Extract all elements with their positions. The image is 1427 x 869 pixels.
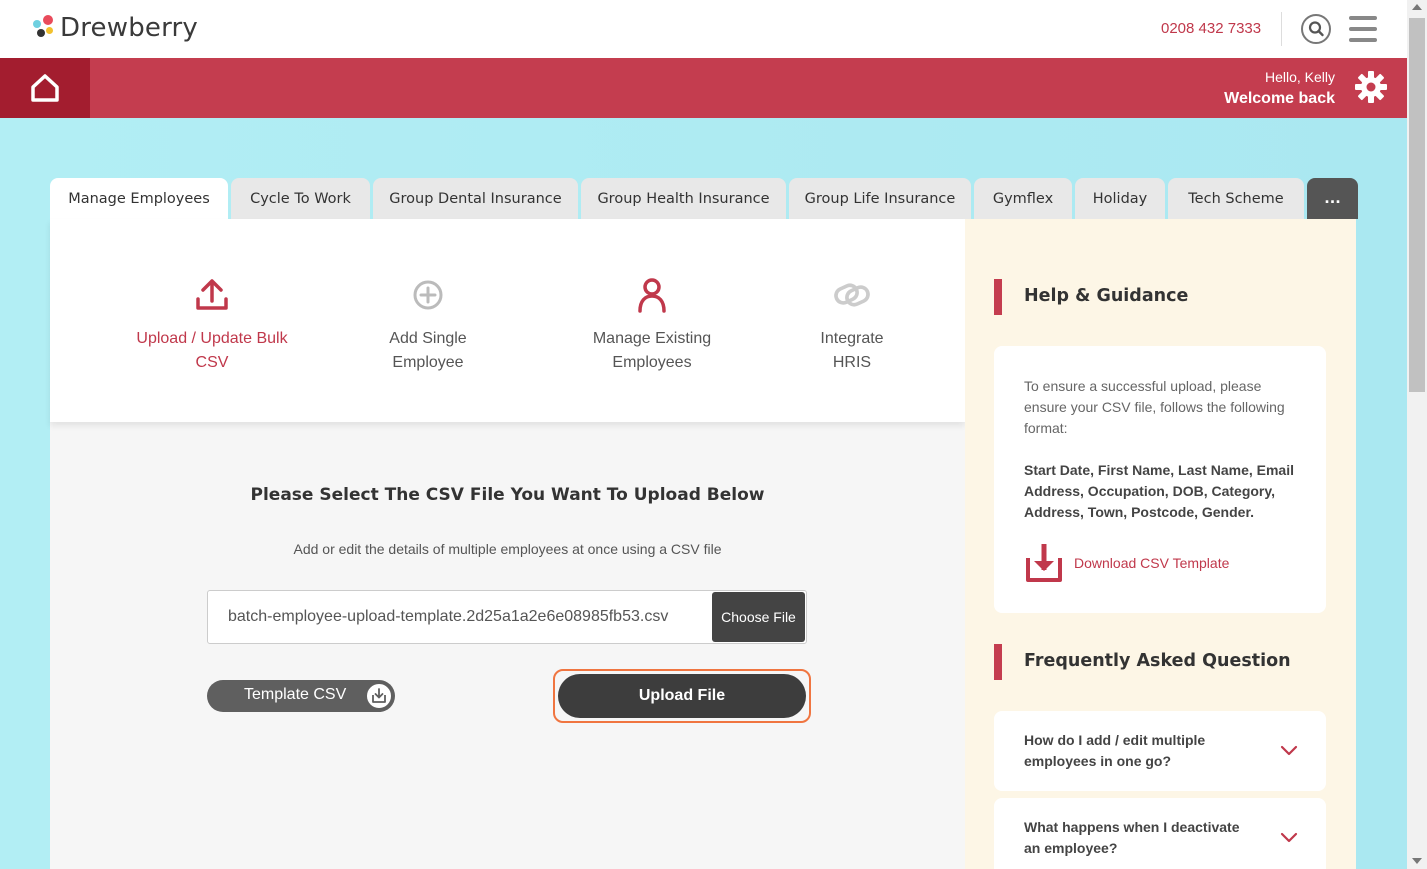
employee-options: Upload / Update Bulk CSV Add Single Empl… — [50, 219, 965, 422]
option-label-line2: HRIS — [832, 354, 872, 371]
top-bar: Drewberry 0208 432 7333 — [0, 0, 1407, 58]
option-label-line2: Employee — [392, 354, 464, 371]
benefit-tabs: Manage Employees Cycle To Work Group Den… — [50, 178, 1361, 219]
tab-more[interactable]: ... — [1307, 178, 1358, 219]
upload-title: Please Select The CSV File You Want To U… — [250, 485, 765, 505]
heading-accent-bar — [994, 279, 1002, 315]
tab-group-dental-insurance[interactable]: Group Dental Insurance — [373, 178, 578, 219]
option-add-single-employee[interactable]: Add Single Employee — [358, 277, 498, 375]
selected-file-name: batch-employee-upload-template.2d25a1a2e… — [228, 608, 669, 625]
template-csv-label: Template CSV — [244, 686, 347, 703]
tab-manage-employees[interactable]: Manage Employees — [50, 178, 228, 219]
upload-file-button[interactable]: Upload File — [558, 674, 806, 718]
scrollbar-thumb[interactable] — [1409, 18, 1425, 392]
greeting: Hello, Kelly Welcome back — [1224, 69, 1335, 108]
phone-number-link[interactable]: 0208 432 7333 — [1161, 20, 1261, 37]
search-icon — [1308, 21, 1324, 37]
welcome-banner: Hello, Kelly Welcome back — [0, 58, 1407, 118]
main-panel: Upload / Update Bulk CSV Add Single Empl… — [50, 219, 965, 869]
tab-holiday[interactable]: Holiday — [1075, 178, 1165, 219]
faq-question: How do I add / edit multiple employees i… — [1024, 732, 1206, 769]
logo-dots-icon — [32, 14, 58, 42]
faq-item[interactable]: How do I add / edit multiple employees i… — [994, 711, 1326, 791]
template-csv-button[interactable]: Template CSV — [207, 680, 395, 712]
page-scrollbar[interactable] — [1407, 0, 1427, 869]
faq-question: What happens when I deactivate an employ… — [1024, 819, 1240, 856]
greeting-welcome: Welcome back — [1224, 90, 1335, 107]
scroll-up-arrow-icon[interactable] — [1412, 4, 1422, 10]
download-icon — [365, 682, 393, 710]
greeting-hello: Hello, Kelly — [1264, 69, 1335, 85]
help-title: Help & Guidance — [1024, 286, 1189, 306]
choose-file-button[interactable]: Choose File — [712, 592, 805, 642]
scroll-down-arrow-icon[interactable] — [1412, 858, 1422, 864]
csv-format: Start Date, First Name, Last Name, Email… — [1024, 462, 1294, 520]
option-label-line1: Upload / Update Bulk — [136, 330, 288, 347]
tab-cycle-to-work[interactable]: Cycle To Work — [231, 178, 370, 219]
search-button[interactable] — [1301, 14, 1331, 44]
header-divider — [1281, 12, 1282, 46]
option-integrate-hris[interactable]: Integrate HRIS — [792, 277, 912, 375]
upload-subtitle: Add or edit the details of multiple empl… — [293, 541, 722, 557]
option-label-line1: Manage Existing — [592, 330, 712, 347]
option-label-line2: Employees — [612, 354, 692, 371]
help-side-panel: Help & Guidance To ensure a successful u… — [965, 219, 1356, 869]
tab-tech-scheme[interactable]: Tech Scheme — [1168, 178, 1304, 219]
person-icon — [638, 278, 666, 313]
settings-gear-icon[interactable] — [1354, 70, 1388, 104]
heading-accent-bar — [994, 644, 1002, 680]
download-csv-template-link[interactable]: Download CSV Template — [1074, 555, 1229, 571]
help-intro: To ensure a successful upload, please en… — [1024, 378, 1285, 436]
chevron-down-icon — [1280, 832, 1298, 843]
home-icon — [31, 74, 59, 102]
faq-item[interactable]: What happens when I deactivate an employ… — [994, 798, 1326, 869]
tab-group-life-insurance[interactable]: Group Life Insurance — [789, 178, 971, 219]
logo[interactable]: Drewberry — [32, 13, 198, 43]
chevron-down-icon — [1280, 745, 1298, 756]
plus-circle-icon — [413, 280, 443, 310]
option-label-line1: Add Single — [389, 330, 467, 347]
logo-text: Drewberry — [60, 13, 199, 43]
option-label-line1: Integrate — [820, 330, 884, 347]
upload-button-focus-ring: Upload File — [553, 669, 811, 723]
home-button[interactable] — [0, 58, 90, 118]
help-card: To ensure a successful upload, please en… — [994, 346, 1326, 613]
upload-icon — [196, 279, 228, 310]
file-input[interactable]: batch-employee-upload-template.2d25a1a2e… — [207, 590, 807, 644]
tab-gymflex[interactable]: Gymflex — [974, 178, 1072, 219]
option-upload-bulk-csv[interactable]: Upload / Update Bulk CSV — [122, 277, 302, 375]
option-manage-existing-employees[interactable]: Manage Existing Employees — [572, 277, 732, 375]
link-icon — [834, 283, 870, 307]
tab-group-health-insurance[interactable]: Group Health Insurance — [581, 178, 786, 219]
option-label-line2: CSV — [195, 354, 229, 371]
hamburger-menu-icon[interactable] — [1349, 16, 1377, 42]
download-template-icon[interactable] — [1024, 542, 1064, 584]
faq-title: Frequently Asked Question — [1024, 651, 1291, 671]
